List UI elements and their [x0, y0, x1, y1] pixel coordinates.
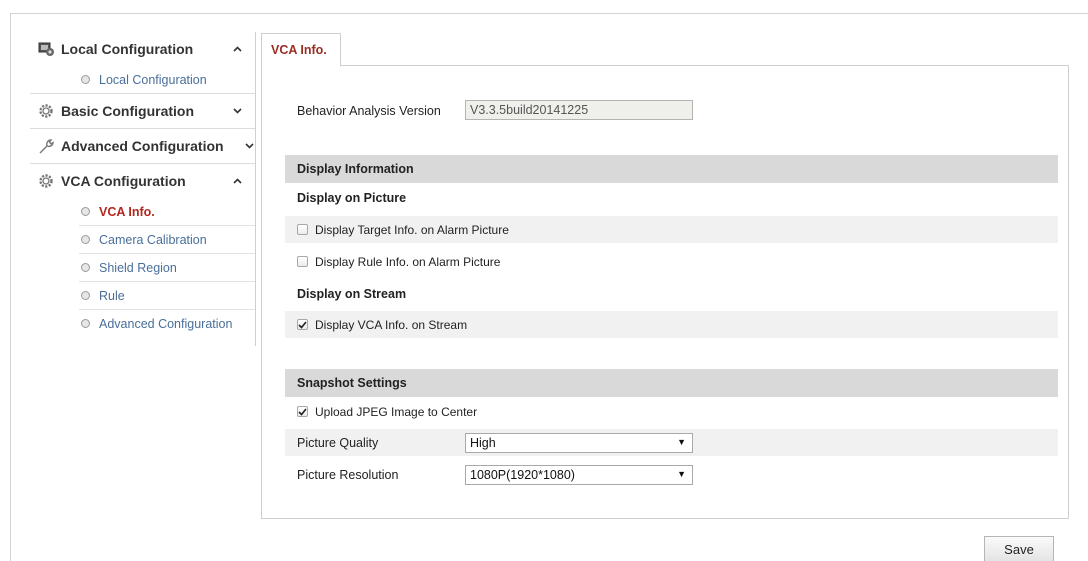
picture-quality-value: High: [470, 436, 496, 450]
save-button[interactable]: Save: [984, 536, 1054, 561]
snapshot-settings-header: Snapshot Settings: [285, 369, 1058, 397]
bullet-icon: [81, 263, 90, 272]
picture-quality-select[interactable]: High ▼: [465, 433, 693, 453]
sidebar-item-label: VCA Info.: [99, 204, 155, 219]
sidebar-group-label: Advanced Configuration: [61, 138, 224, 154]
sidebar-item-rule[interactable]: Rule: [79, 282, 256, 310]
chevron-up-icon[interactable]: [233, 164, 242, 198]
sidebar-item-shield-region[interactable]: Shield Region: [79, 254, 256, 282]
sidebar-group-label: Local Configuration: [61, 41, 194, 57]
version-label: Behavior Analysis Version: [297, 103, 441, 118]
tab-vca-info[interactable]: VCA Info.: [261, 33, 341, 66]
dropdown-arrow-icon: ▼: [677, 437, 686, 447]
picture-resolution-value: 1080P(1920*1080): [470, 468, 575, 482]
sidebar: Local Configuration Local Configuration …: [30, 32, 256, 337]
vca-stream-checkbox[interactable]: [297, 319, 308, 330]
sidebar-item-label: Camera Calibration: [99, 232, 207, 247]
display-on-stream-heading: Display on Stream: [297, 286, 407, 301]
bullet-icon: [81, 207, 90, 216]
sidebar-item-label: Local Configuration: [99, 72, 207, 87]
sidebar-item-vca-info[interactable]: VCA Info.: [79, 198, 256, 226]
checkmark-icon: [298, 407, 307, 416]
chevron-down-icon[interactable]: [233, 94, 242, 128]
rule-info-checkbox[interactable]: [297, 256, 308, 267]
vca-submenu: VCA Info. Camera Calibration Shield Regi…: [30, 198, 256, 337]
page-top-border: [10, 13, 1088, 14]
chevron-up-icon[interactable]: [233, 32, 242, 66]
rule-info-label: Display Rule Info. on Alarm Picture: [315, 254, 501, 269]
sidebar-group-label: VCA Configuration: [61, 173, 186, 189]
sidebar-item-camera-calibration[interactable]: Camera Calibration: [79, 226, 256, 254]
vca-stream-row: Display VCA Info. on Stream: [285, 311, 1058, 338]
sidebar-item-label: Advanced Configuration: [99, 316, 233, 331]
sidebar-item-label: Shield Region: [99, 260, 177, 275]
local-config-icon: [37, 40, 55, 58]
display-information-header: Display Information: [285, 155, 1058, 183]
sidebar-group-label: Basic Configuration: [61, 103, 195, 119]
bullet-icon: [81, 291, 90, 300]
page-left-border: [10, 13, 11, 561]
vca-stream-label: Display VCA Info. on Stream: [315, 317, 468, 332]
sidebar-item-local-configuration[interactable]: Local Configuration: [79, 66, 256, 93]
sidebar-item-label: Rule: [99, 288, 125, 303]
picture-resolution-label: Picture Resolution: [297, 467, 399, 482]
target-info-checkbox[interactable]: [297, 224, 308, 235]
sidebar-item-advanced-configuration[interactable]: Advanced Configuration: [79, 310, 256, 337]
target-info-label: Display Target Info. on Alarm Picture: [315, 222, 509, 237]
wrench-icon: [37, 137, 55, 155]
bullet-icon: [81, 75, 90, 84]
bullet-icon: [81, 319, 90, 328]
picture-resolution-select[interactable]: 1080P(1920*1080) ▼: [465, 465, 693, 485]
upload-jpeg-checkbox[interactable]: [297, 406, 308, 417]
upload-jpeg-label: Upload JPEG Image to Center: [315, 404, 478, 419]
display-on-picture-heading: Display on Picture: [297, 190, 407, 205]
gear-icon: [37, 102, 55, 120]
upload-jpeg-row: Upload JPEG Image to Center: [285, 398, 1058, 425]
target-info-row: Display Target Info. on Alarm Picture: [285, 216, 1058, 243]
dropdown-arrow-icon: ▼: [677, 469, 686, 479]
checkmark-icon: [298, 320, 307, 329]
sidebar-group-basic-configuration[interactable]: Basic Configuration: [30, 94, 256, 128]
sidebar-divider: [255, 32, 256, 346]
sidebar-group-local-configuration[interactable]: Local Configuration: [30, 32, 256, 66]
sidebar-group-advanced-configuration[interactable]: Advanced Configuration: [30, 129, 256, 163]
rule-info-row: Display Rule Info. on Alarm Picture: [285, 248, 1058, 275]
chevron-down-icon[interactable]: [245, 129, 254, 163]
version-field: V3.3.5build20141225: [465, 100, 693, 120]
sidebar-group-vca-configuration[interactable]: VCA Configuration: [30, 164, 256, 198]
gear-icon: [37, 172, 55, 190]
bullet-icon: [81, 235, 90, 244]
picture-quality-label: Picture Quality: [297, 435, 379, 450]
